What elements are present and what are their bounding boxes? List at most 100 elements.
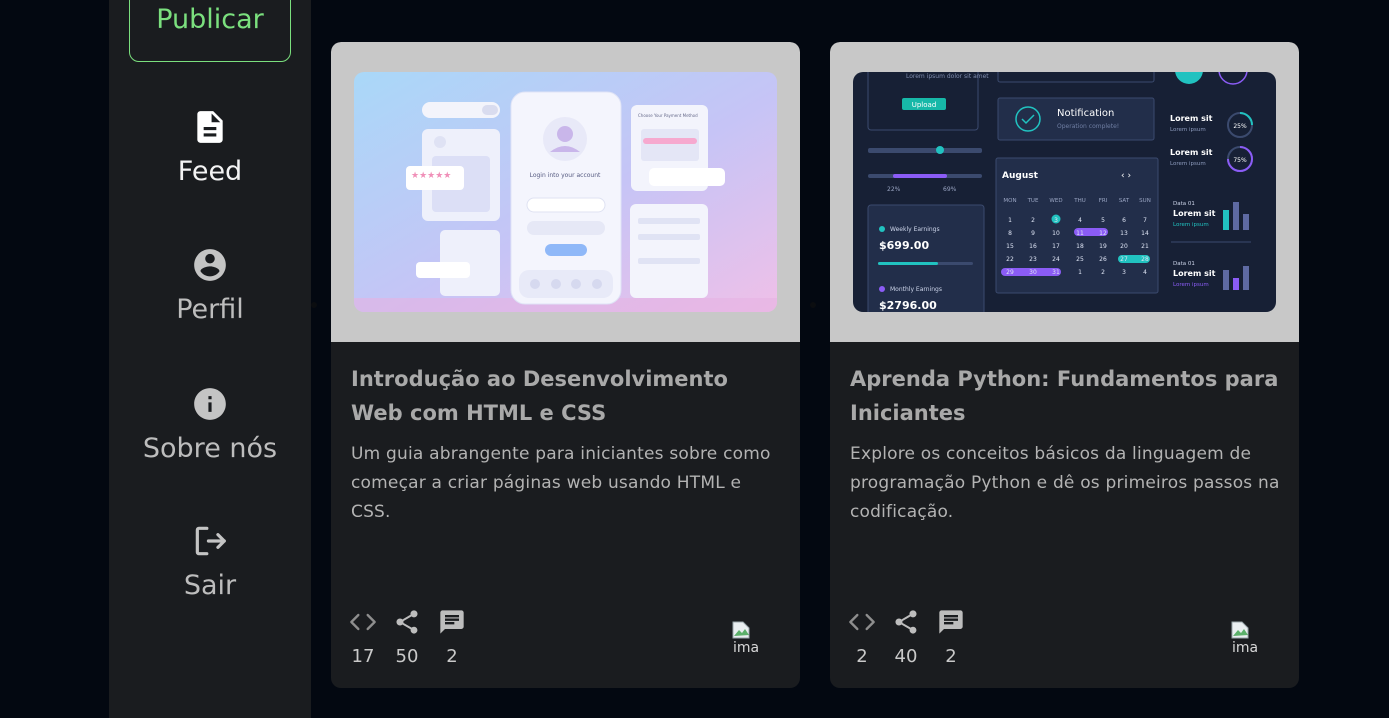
sidebar-item-label: Sair [183,570,237,601]
comment-count: 2 [446,646,458,667]
svg-text:4: 4 [1078,217,1082,224]
svg-text:7: 7 [1143,217,1147,224]
info-icon [191,385,229,423]
svg-text:3: 3 [1054,217,1058,224]
code-stat[interactable]: 17 [343,608,383,667]
sidebar-item-sair[interactable]: Sair [109,522,311,601]
thumb-text: Login into your account [530,172,601,179]
thumb-text: Lorem sit [1173,269,1216,278]
svg-text:12: 12 [1099,230,1107,237]
svg-text:15: 15 [1006,243,1014,250]
document-icon [191,108,229,146]
code-count: 17 [351,646,375,667]
post-description: Explore os conceitos básicos da linguage… [850,444,1280,522]
thumb-text: Lorem ipsum [1170,127,1206,133]
divider-dot [311,302,317,308]
thumb-text: Choose Your Payment Method [638,113,698,118]
share-count: 50 [395,646,419,667]
thumb-text: $699.00 [879,239,929,252]
thumb-text: Lorem sit [1170,114,1213,123]
thumb-text: Notification [1057,108,1114,119]
thumb-text: Lorem ipsum [1170,161,1206,167]
svg-text:22: 22 [1006,256,1014,263]
thumb-text: Data 01 [1173,261,1195,267]
thumb-text: 69% [943,186,957,193]
post-card[interactable]: ★★★★★ Login into your account Choose You… [331,42,800,688]
post-thumbnail-frame: Lorem ipsum dolor sit amet Upload 22% 69… [830,42,1299,342]
thumb-text: August [1002,171,1039,181]
svg-text:21: 21 [1141,243,1149,250]
comment-count: 2 [945,646,957,667]
thumb-text: Lorem sit [1173,209,1216,218]
svg-text:13: 13 [1120,230,1128,237]
share-stat[interactable]: 50 [387,608,427,667]
sidebar-item-label: Perfil [176,294,244,325]
post-title[interactable]: Introdução ao Desenvolvimento Web com HT… [351,362,781,430]
svg-text:20: 20 [1120,243,1128,250]
svg-text:WED: WED [1049,198,1062,204]
svg-text:1: 1 [1078,269,1082,276]
svg-text:14: 14 [1141,230,1149,237]
thumb-text: Monthly Earnings [890,286,942,293]
svg-text:18: 18 [1076,243,1084,250]
thumb-text: Lorem ipsum [1173,282,1209,288]
svg-text:24: 24 [1052,256,1060,263]
svg-text:6: 6 [1122,217,1126,224]
svg-text:3: 3 [1122,269,1126,276]
post-card[interactable]: Lorem ipsum dolor sit amet Upload 22% 69… [830,42,1299,688]
svg-text:SAT: SAT [1119,198,1130,204]
sidebar-item-label: Sobre nós [142,433,278,464]
author-avatar[interactable]: ima [731,620,765,656]
thumb-text: Lorem ipsum [1173,222,1209,228]
divider-dot [810,302,816,308]
thumb-text: Operation complete! [1057,123,1119,130]
svg-text:28: 28 [1141,256,1149,263]
post-thumbnail-frame: ★★★★★ Login into your account Choose You… [331,42,800,342]
avatar-alt-text: ima [1232,640,1259,656]
author-avatar[interactable]: ima [1230,620,1264,656]
thumb-text: 75% [1233,157,1247,164]
sidebar-item-feed[interactable]: Feed [109,108,311,187]
svg-text:17: 17 [1052,243,1060,250]
svg-text:27: 27 [1120,256,1128,263]
svg-text:8: 8 [1008,230,1012,237]
comment-stat[interactable]: 2 [931,608,971,667]
thumb-text: 22% [887,186,901,193]
share-stat[interactable]: 40 [886,608,926,667]
code-stat[interactable]: 2 [842,608,882,667]
comment-stat[interactable]: 2 [432,608,472,667]
publish-button[interactable]: Publicar [129,0,291,62]
sidebar-item-label: Feed [177,156,243,187]
thumb-text: Weekly Earnings [890,226,940,233]
sidebar-item-perfil[interactable]: Perfil [109,246,311,325]
svg-text:4: 4 [1143,269,1147,276]
post-thumbnail-image: Lorem ipsum dolor sit amet Upload 22% 69… [853,72,1276,312]
sidebar-item-sobre-nos[interactable]: Sobre nós [109,385,311,464]
svg-text:31: 31 [1052,269,1060,276]
svg-text:29: 29 [1006,269,1014,276]
svg-text:11: 11 [1076,230,1084,237]
svg-text:2: 2 [1101,269,1105,276]
thumb-text: Lorem sit [1170,148,1213,157]
code-icon [349,608,377,636]
avatar-alt-text: ima [733,640,760,656]
post-description: Um guia abrangente para iniciantes sobre… [351,444,771,522]
svg-text:5: 5 [1101,217,1105,224]
post-title[interactable]: Aprenda Python: Fundamentos para Inician… [850,362,1280,430]
code-icon [848,608,876,636]
sidebar: Publicar Feed Perfil Sobre nós Sair [109,0,311,718]
thumb-text: Data 01 [1173,201,1195,207]
account-circle-icon [191,246,229,284]
svg-text:25: 25 [1076,256,1084,263]
code-count: 2 [856,646,868,667]
svg-text:THU: THU [1073,198,1086,204]
logout-icon [191,522,229,560]
svg-text:MON: MON [1003,198,1016,204]
svg-text:16: 16 [1029,243,1037,250]
share-icon [892,608,920,636]
comment-icon [438,608,466,636]
thumb-text: Upload [912,101,937,109]
post-thumbnail-image: ★★★★★ Login into your account Choose You… [354,72,777,312]
svg-text:‹ ›: ‹ › [1121,171,1131,181]
comment-icon [937,608,965,636]
